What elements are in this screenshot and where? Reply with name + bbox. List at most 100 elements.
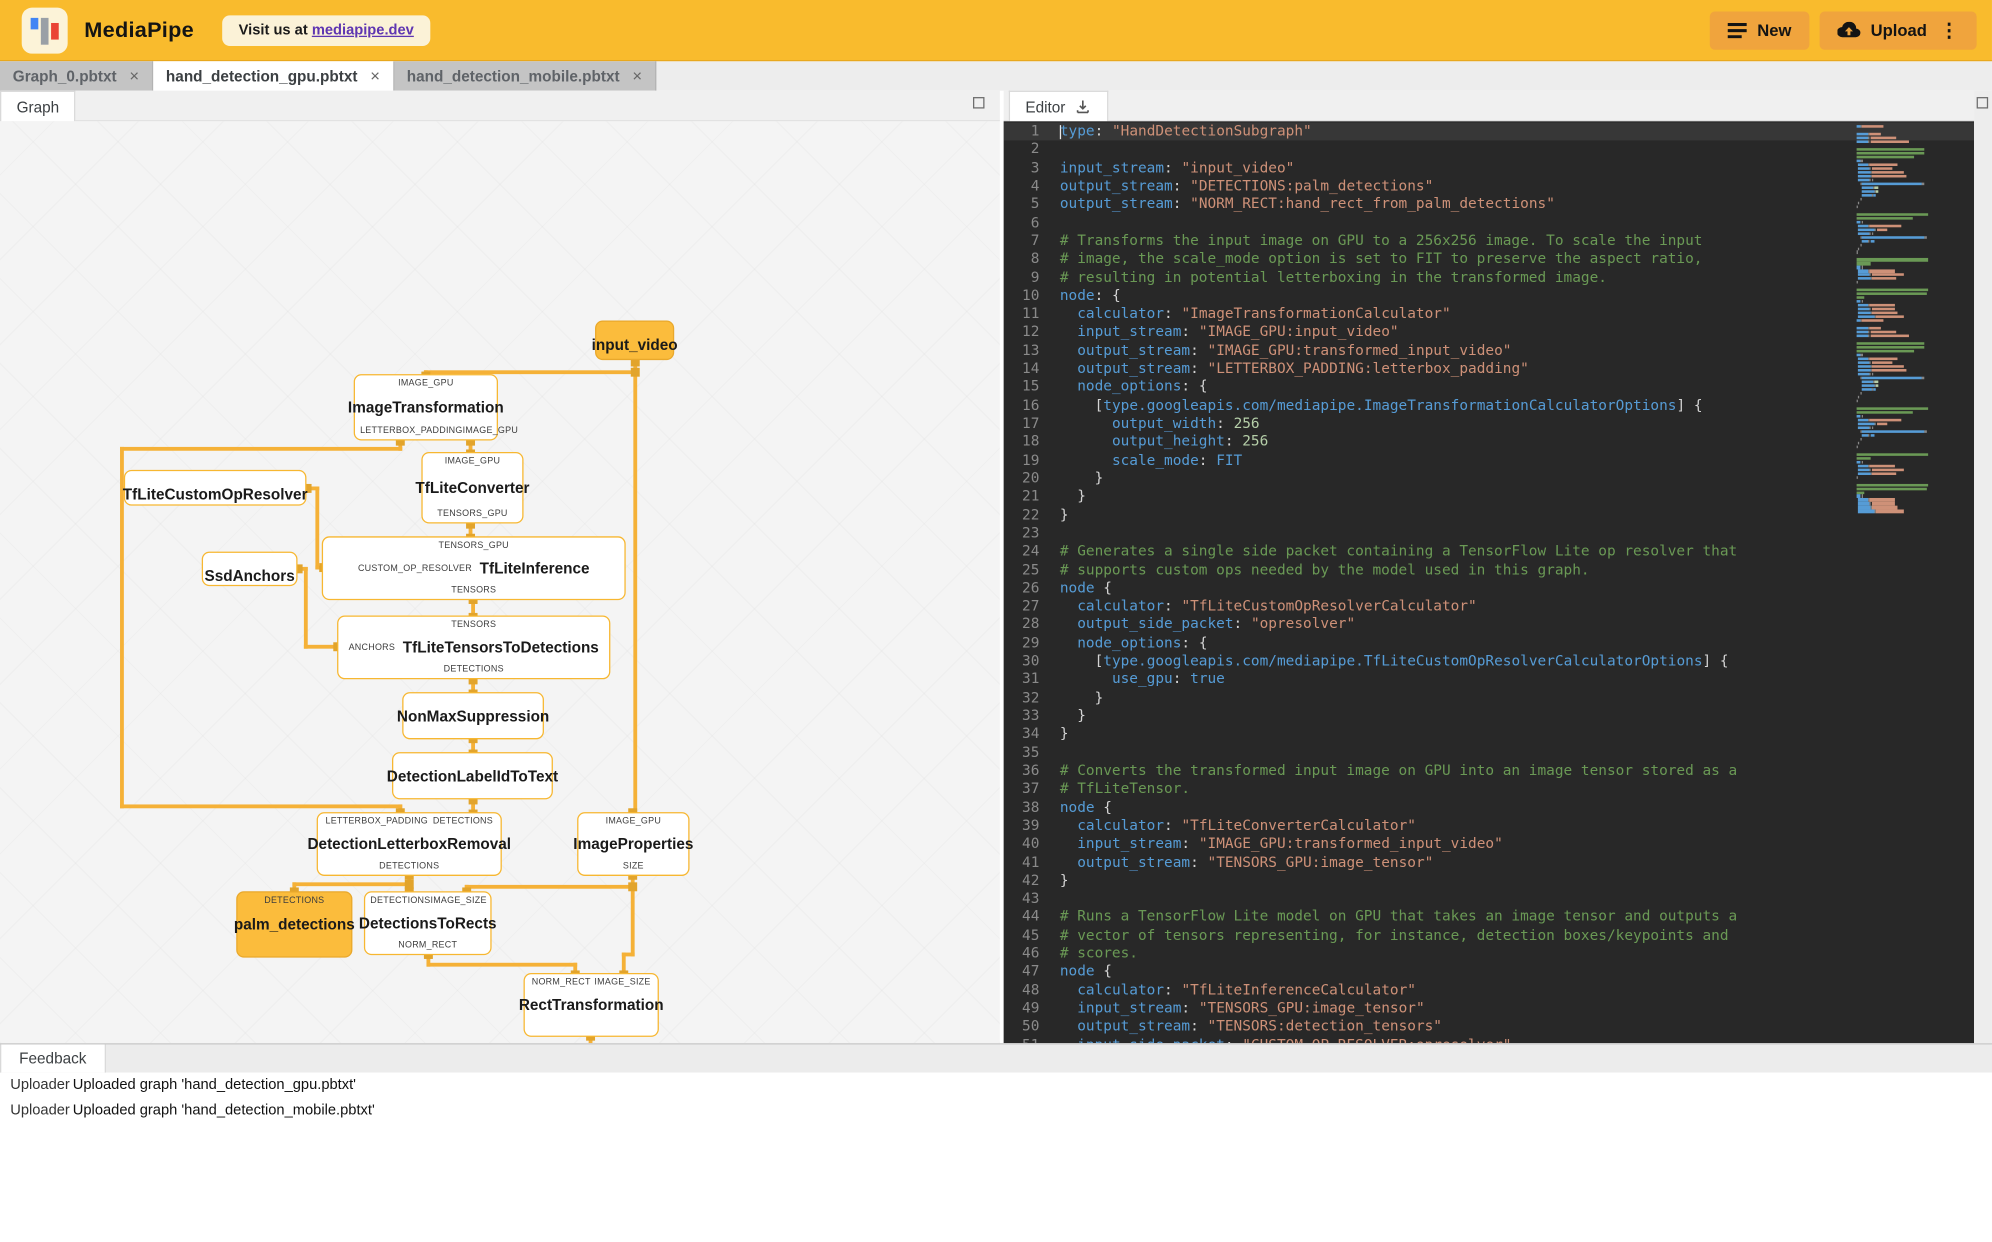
graph-node[interactable]: NORM_RECT IMAGE_SIZE RectTransformation — [519, 972, 664, 1037]
code-line[interactable]: 44 # Runs a TensorFlow Lite model on GPU … — [1004, 908, 1974, 926]
code-line[interactable]: 27 calculator: "TfLiteCustomOpResolverCa… — [1004, 598, 1974, 616]
graph-node[interactable]: IMAGE_GPU TfLiteConverter TENSORS_GPU — [415, 452, 529, 524]
code-text: [type.googleapis.com/mediapipe.TfLiteCus… — [1094, 652, 1729, 670]
code-line[interactable]: 42} — [1004, 872, 1974, 890]
line-number: 21 — [1022, 488, 1040, 505]
code-line[interactable]: 49 input_stream: "TENSORS_GPU:image_tens… — [1004, 1000, 1974, 1018]
code-line[interactable]: 6 — [1004, 214, 1974, 232]
code-line[interactable]: 29 node_options: { — [1004, 634, 1974, 652]
code-line[interactable]: 50 output_stream: "TENSORS:detection_ten… — [1004, 1018, 1974, 1036]
tab-graph[interactable]: Graph — [0, 90, 76, 122]
code-line[interactable]: 7 # Transforms the input image on GPU to … — [1004, 232, 1974, 250]
code-line[interactable]: 8 # image, the scale_mode option is set t… — [1004, 251, 1974, 269]
line-number: 8 — [1030, 250, 1040, 268]
code-line[interactable]: 2 — [1004, 141, 1974, 159]
graph-node[interactable]: SsdAnchors — [201, 551, 298, 587]
minimap-line — [1856, 414, 1962, 418]
tab-feedback[interactable]: Feedback — [0, 1044, 106, 1074]
code-line[interactable]: 51 input_side_packet: "CUSTOM_OP_RESOLVE… — [1004, 1036, 1974, 1043]
maximize-graph-icon[interactable] — [972, 97, 985, 109]
code-line[interactable]: 5 output_stream: "NORM_RECT:hand_rect_fro… — [1004, 196, 1974, 214]
code-line[interactable]: 47 node { — [1004, 963, 1974, 981]
close-tab-icon[interactable]: × — [370, 66, 380, 85]
code-line[interactable]: 30 [type.googleapis.com/mediapipe.TfLite… — [1004, 653, 1974, 671]
code-line[interactable]: 31 use_gpu: true — [1004, 671, 1974, 689]
file-tab[interactable]: hand_detection_gpu.pbtxt × — [153, 61, 394, 91]
file-tab[interactable]: Graph_0.pbtxt × — [0, 61, 154, 91]
code-line[interactable]: 36 # Converts the transformed input image… — [1004, 762, 1974, 780]
graph-node[interactable]: DETECTIONS palm_detections — [234, 891, 355, 958]
code-line[interactable]: 33 } — [1004, 707, 1974, 725]
code-editor[interactable]: 1 type: "HandDetectionSubgraph" 2 3 input_st… — [1003, 121, 1975, 1044]
code-line[interactable]: 14 output_stream: "LETTERBOX_PADDING:let… — [1004, 360, 1974, 378]
maximize-editor-icon[interactable] — [1976, 97, 1989, 109]
code-line[interactable]: 25 # supports custom ops needed by the mo… — [1004, 561, 1974, 579]
code-line[interactable]: 18 output_height: 256 — [1004, 433, 1974, 451]
code-line[interactable]: 37 # TfLiteTensor. — [1004, 781, 1974, 799]
graph-node[interactable]: TENSORS_GPU CUSTOM_OP_RESOLVER TfLiteInfer… — [321, 536, 626, 601]
tab-editor[interactable]: Editor — [1008, 90, 1109, 122]
upload-button[interactable]: Upload ⋮ — [1819, 10, 1977, 50]
code-line[interactable]: 1 type: "HandDetectionSubgraph" — [1003, 122, 1975, 141]
code-line[interactable]: 46 # scores. — [1004, 945, 1974, 963]
code-line[interactable]: 4 output_stream: "DETECTIONS:palm_detecti… — [1004, 177, 1974, 195]
code-line[interactable]: 34} — [1004, 726, 1974, 744]
minimap-line — [1857, 433, 1962, 437]
code-line[interactable]: 26 node { — [1004, 579, 1974, 597]
code-line[interactable]: 15 node_options: { — [1004, 378, 1974, 396]
code-line[interactable]: 39 calculator: "TfLiteConverterCalculato… — [1004, 817, 1974, 835]
code-line[interactable]: 23 — [1004, 525, 1974, 543]
code-line[interactable]: 38 node { — [1004, 799, 1974, 817]
download-icon[interactable] — [1074, 98, 1092, 116]
code-line[interactable]: 17 output_width: 256 — [1004, 415, 1974, 433]
port-row — [409, 725, 538, 736]
line-number: 9 — [1030, 268, 1040, 286]
graph-node[interactable]: IMAGE_GPU ImageProperties SIZE — [573, 812, 693, 876]
code-line[interactable]: 19 scale_mode: FIT — [1004, 452, 1974, 470]
code-line[interactable]: 9 # resulting in potential letterboxing i… — [1004, 269, 1974, 287]
minimap-line — [1856, 460, 1962, 464]
close-tab-icon[interactable]: × — [632, 66, 642, 85]
graph-node[interactable]: TfLiteCustomOpResolver — [123, 469, 308, 506]
port-label: DETECTIONS — [264, 896, 325, 906]
graph-node[interactable]: TENSORS ANCHORS TfLiteTensorsToDetections D… — [337, 615, 611, 680]
code-line[interactable]: 16 [type.googleapis.com/mediapipe.ImageT… — [1004, 397, 1974, 415]
new-button[interactable]: New — [1710, 10, 1810, 50]
graph-node[interactable]: LETTERBOX_PADDING DETECTIONS DetectionLett… — [307, 812, 511, 876]
editor-minimap[interactable] — [1856, 125, 1962, 514]
code-line[interactable]: 28 output_side_packet: "opresolver" — [1004, 616, 1974, 634]
graph-edge — [464, 884, 634, 889]
close-tab-icon[interactable]: × — [129, 66, 139, 85]
code-line[interactable]: 43 — [1004, 890, 1974, 908]
graph-node[interactable]: IMAGE_GPU ImageTransformation LETTERBOX_PA… — [348, 374, 518, 441]
code-line[interactable]: 41 output_stream: "TENSORS_GPU:image_ten… — [1004, 854, 1974, 872]
code-line[interactable]: 20 } — [1004, 470, 1974, 488]
mediapipe-dev-link[interactable]: mediapipe.dev — [312, 22, 414, 37]
port-row: DETECTIONS IMAGE_SIZE — [370, 895, 486, 906]
graph-node[interactable]: NonMaxSuppression — [397, 692, 549, 740]
graph-node[interactable]: DETECTIONS IMAGE_SIZE DetectionsToRects NOR… — [359, 891, 497, 956]
code-line[interactable]: 32 } — [1004, 689, 1974, 707]
graph-node[interactable]: DetectionLabelIdToText — [387, 752, 558, 800]
code-line[interactable]: 21 } — [1004, 488, 1974, 506]
code-line[interactable]: 40 input_stream: "IMAGE_GPU:transformed_… — [1004, 835, 1974, 853]
code-line[interactable]: 10 node: { — [1004, 287, 1974, 305]
more-options-icon[interactable]: ⋮ — [1940, 19, 1959, 42]
code-line[interactable]: 13 output_stream: "IMAGE_GPU:transformed… — [1004, 342, 1974, 360]
code-line[interactable]: 3 input_stream: "input_video" — [1004, 159, 1974, 177]
code-line[interactable]: 24 # Generates a single side packet conta… — [1004, 543, 1974, 561]
code-line[interactable]: 35 — [1004, 744, 1974, 762]
graph-node[interactable]: input_video — [592, 320, 678, 361]
minimap-line — [1856, 151, 1962, 155]
code-line[interactable]: 45 # vector of tensors representing, for … — [1004, 927, 1974, 945]
code-line[interactable]: 11 calculator: "ImageTransformationCalcu… — [1004, 305, 1974, 323]
code-line[interactable]: 12 input_stream: "IMAGE_GPU:input_video" — [1004, 324, 1974, 342]
file-tab[interactable]: hand_detection_mobile.pbtxt × — [393, 61, 657, 91]
minimap-line — [1857, 361, 1962, 365]
port-row: TENSORS — [328, 585, 619, 596]
code-line[interactable]: 22} — [1004, 506, 1974, 524]
port-label: CUSTOM_OP_RESOLVER — [357, 563, 472, 573]
code-line[interactable]: 48 calculator: "TfLiteInferenceCalculato… — [1004, 982, 1974, 1000]
graph-canvas[interactable]: input_video IMAGE_GPU ImageTransformation L… — [0, 121, 1000, 1044]
minimap-line — [1857, 380, 1962, 384]
